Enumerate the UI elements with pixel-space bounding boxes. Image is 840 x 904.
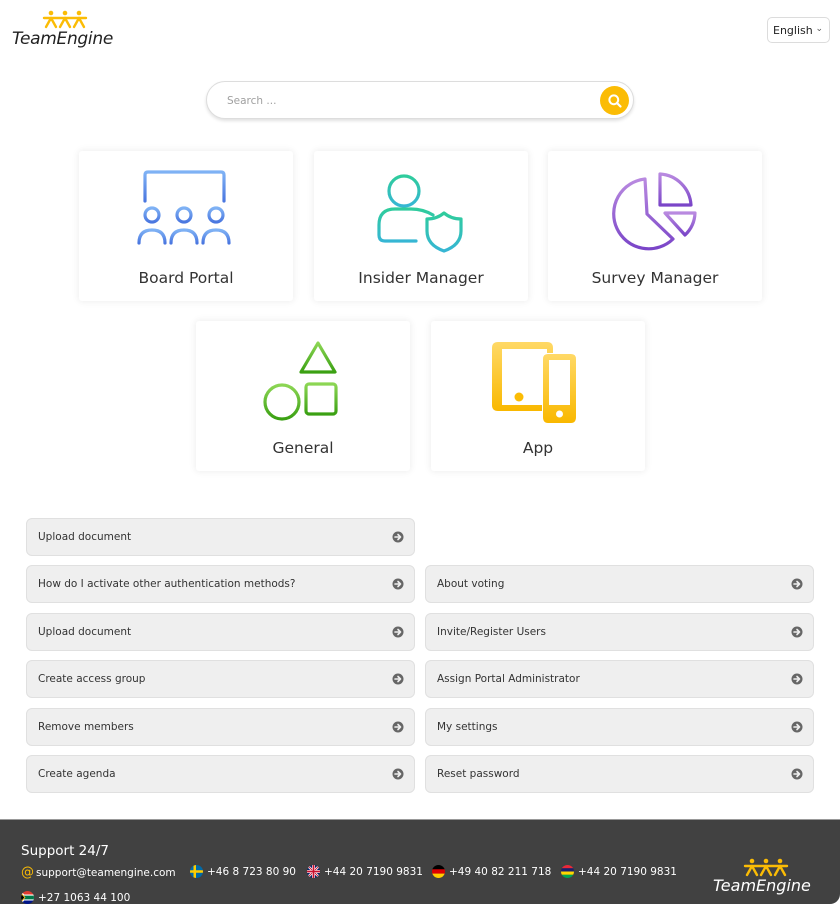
sweden-flag-icon [190, 865, 203, 878]
board-members-icon [137, 170, 231, 245]
faq-link[interactable]: Remove members [26, 708, 415, 746]
faq-link[interactable]: Create access group [26, 660, 415, 698]
faq-link[interactable]: Create agenda [26, 755, 415, 793]
search-input[interactable] [227, 91, 587, 111]
phone-number: +44 20 7190 9831 [324, 865, 423, 878]
faq-link-text: Invite/Register Users [437, 626, 546, 638]
faq-link[interactable]: Upload document [26, 518, 415, 556]
module-label: Insider Manager [358, 269, 484, 287]
footer-teamengine-logo: TeamEngine [713, 858, 823, 898]
arrow-circle-right-icon [791, 768, 803, 780]
module-label: Board Portal [138, 269, 234, 287]
brand-wordmark: TeamEngine [713, 876, 811, 895]
arrow-circle-right-icon [791, 673, 803, 685]
pie-chart-icon [612, 172, 697, 251]
phone-number: +46 8 723 80 90 [207, 865, 296, 878]
faq-link-text: Upload document [38, 531, 132, 543]
faq-link[interactable]: Assign Portal Administrator [425, 660, 814, 698]
at-icon: @ [21, 865, 34, 880]
arrow-circle-right-icon [392, 531, 404, 543]
phone-mauritius[interactable]: +44 20 7190 9831 [561, 865, 677, 878]
phone-number: +49 40 82 211 718 [449, 865, 552, 878]
support-footer: Support 24/7 @ support@teamengine.com +4… [0, 819, 840, 904]
team-figures-icon [743, 858, 789, 877]
arrow-circle-right-icon [392, 673, 404, 685]
module-card-app[interactable]: App [431, 321, 645, 471]
uk-flag-icon [307, 865, 320, 878]
arrow-circle-right-icon [392, 768, 404, 780]
module-card-survey-manager[interactable]: Survey Manager [548, 151, 762, 301]
language-select[interactable]: English ⌄ [767, 17, 830, 43]
phone-sweden[interactable]: +46 8 723 80 90 [190, 865, 296, 878]
language-selected: English [773, 23, 813, 37]
arrow-circle-right-icon [392, 721, 404, 733]
brand-wordmark: TeamEngine [12, 29, 113, 49]
faq-link-text: Reset password [437, 768, 520, 780]
faq-link[interactable]: About voting [425, 565, 814, 603]
faq-link[interactable]: How do I activate other authentication m… [26, 565, 415, 603]
faq-link[interactable]: My settings [425, 708, 814, 746]
devices-icon [492, 342, 576, 423]
faq-link[interactable]: Upload document [26, 613, 415, 651]
search-button[interactable] [600, 86, 629, 115]
phone-uk[interactable]: +44 20 7190 9831 [307, 865, 423, 878]
faq-link-text: About voting [437, 578, 505, 590]
search-bar [206, 81, 634, 119]
teamengine-logo[interactable]: TeamEngine [12, 10, 122, 50]
shapes-icon [263, 341, 338, 421]
faq-link-text: How do I activate other authentication m… [38, 578, 296, 590]
phone-number: +27 1063 44 100 [38, 891, 131, 904]
faq-link-text: Assign Portal Administrator [437, 673, 580, 685]
module-card-insider-manager[interactable]: Insider Manager [314, 151, 528, 301]
support-email: support@teamengine.com [36, 866, 176, 879]
phone-south-africa[interactable]: +27 1063 44 100 [21, 891, 130, 904]
arrow-circle-right-icon [791, 721, 803, 733]
mauritius-flag-icon [561, 865, 574, 878]
faq-link-text: My settings [437, 721, 498, 733]
module-label: Survey Manager [591, 269, 719, 287]
module-card-general[interactable]: General [196, 321, 410, 471]
south-africa-flag-icon [21, 891, 34, 904]
arrow-circle-right-icon [392, 578, 404, 590]
arrow-circle-right-icon [392, 626, 404, 638]
module-card-board-portal[interactable]: Board Portal [79, 151, 293, 301]
phone-germany[interactable]: +49 40 82 211 718 [432, 865, 551, 878]
search-icon [607, 93, 622, 108]
phone-number: +44 20 7190 9831 [578, 865, 677, 878]
faq-link-text: Create agenda [38, 768, 116, 780]
faq-link[interactable]: Reset password [425, 755, 814, 793]
faq-link[interactable]: Invite/Register Users [425, 613, 814, 651]
arrow-circle-right-icon [791, 578, 803, 590]
chevron-down-icon: ⌄ [815, 24, 823, 34]
germany-flag-icon [432, 865, 445, 878]
arrow-circle-right-icon [791, 626, 803, 638]
faq-link-text: Upload document [38, 626, 132, 638]
support-email-link[interactable]: @ support@teamengine.com [21, 865, 176, 880]
faq-link-text: Remove members [38, 721, 134, 733]
module-label: General [272, 439, 334, 457]
team-figures-icon [42, 10, 88, 29]
faq-link-text: Create access group [38, 673, 146, 685]
user-shield-icon [377, 174, 463, 253]
module-label: App [522, 439, 554, 457]
support-title: Support 24/7 [21, 843, 109, 859]
